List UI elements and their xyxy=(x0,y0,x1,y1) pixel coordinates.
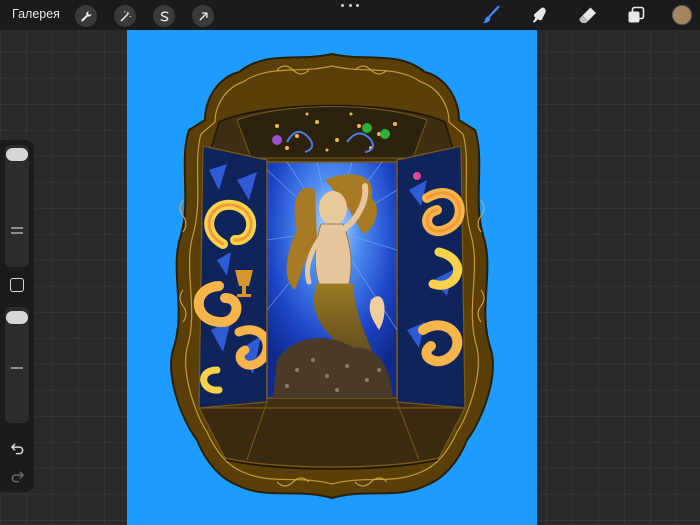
gallery-button[interactable]: Галерея xyxy=(12,7,60,21)
top-panel xyxy=(236,106,428,159)
brush-size-thumb[interactable] xyxy=(6,148,28,161)
selection-icon[interactable] xyxy=(153,5,175,27)
undo-icon[interactable] xyxy=(8,440,26,456)
transform-arrow-icon[interactable] xyxy=(192,5,214,27)
layers-icon[interactable] xyxy=(625,4,647,26)
bottom-panel xyxy=(198,407,466,468)
eraser-icon[interactable] xyxy=(577,4,599,26)
slider-grip xyxy=(11,227,23,229)
wrench-icon[interactable] xyxy=(75,5,97,27)
opacity-thumb[interactable] xyxy=(6,311,28,324)
more-options-icon[interactable] xyxy=(341,4,359,10)
artwork xyxy=(127,30,537,525)
slider-grip xyxy=(11,367,23,369)
redo-icon[interactable] xyxy=(8,468,26,484)
left-sidebar xyxy=(0,140,34,492)
opacity-slider[interactable] xyxy=(5,307,29,423)
top-toolbar: Галерея xyxy=(0,0,700,30)
modify-button[interactable] xyxy=(10,278,24,292)
slider-grip xyxy=(11,232,23,234)
mermaid-face xyxy=(319,191,347,225)
brush-icon[interactable] xyxy=(480,4,502,26)
smudge-icon[interactable] xyxy=(529,4,551,26)
right-panel-gem xyxy=(413,172,421,180)
drawing-canvas[interactable] xyxy=(127,30,537,525)
brush-size-slider[interactable] xyxy=(5,145,29,267)
color-swatch[interactable] xyxy=(672,5,692,25)
magic-wand-icon[interactable] xyxy=(114,5,136,27)
